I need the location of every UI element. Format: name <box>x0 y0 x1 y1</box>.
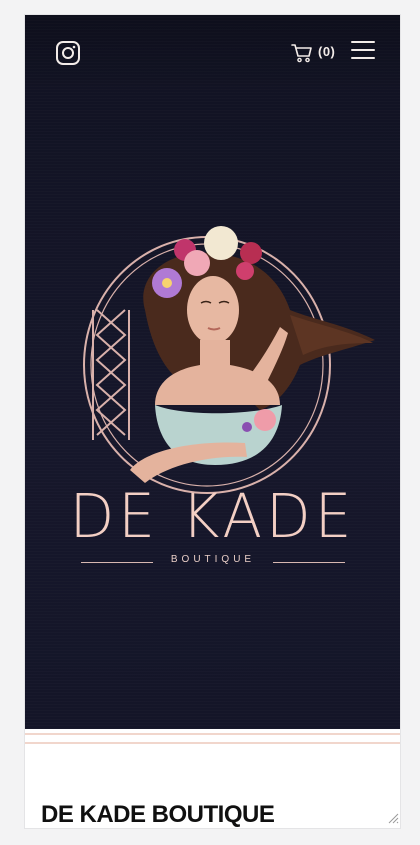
cart-count-badge[interactable]: (0) <box>318 44 335 59</box>
cart-icon[interactable] <box>291 43 313 63</box>
hamburger-menu-icon[interactable] <box>351 41 375 61</box>
brand-subtitle-row: BOUTIQUE <box>81 554 345 570</box>
resize-handle-icon[interactable] <box>387 812 399 824</box>
top-navigation-bar: (0) <box>25 15 400 91</box>
boutique-logo-illustration <box>83 226 375 494</box>
brand-subtitle: BOUTIQUE <box>170 554 256 565</box>
brand-name: DE KADE <box>69 480 356 552</box>
right-divider-line <box>273 562 345 563</box>
instagram-icon[interactable] <box>55 40 81 66</box>
section-title: DE KADE BOUTIQUE <box>41 801 275 828</box>
decorative-stripes <box>25 729 400 749</box>
page-frame: (0) DE KADE BOUTIQUE DE KADE BOUTIQUE <box>25 15 400 828</box>
hero-banner: (0) DE KADE BOUTIQUE <box>25 15 400 729</box>
